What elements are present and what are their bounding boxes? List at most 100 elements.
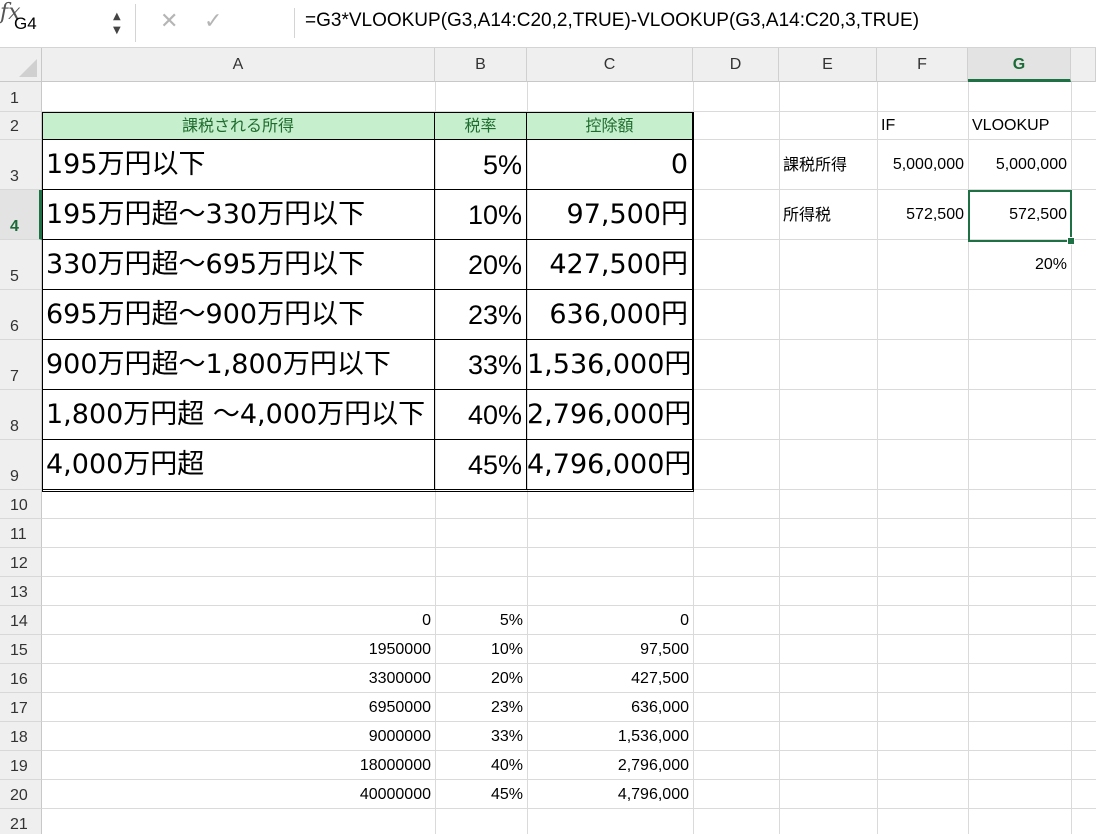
taxable-income-label-cell[interactable]: 課税所得 <box>779 140 877 190</box>
taxable-income-vlookup-cell[interactable]: 5,000,000 <box>968 140 1071 190</box>
income-tax-if-cell[interactable]: 572,500 <box>877 190 968 240</box>
row-header-15[interactable]: 15 <box>0 635 42 664</box>
vlookup-label-cell[interactable]: VLOOKUP <box>968 112 1071 140</box>
tax-rate-cell[interactable]: 45% <box>435 440 527 490</box>
income-bracket-cell[interactable]: 1,800万円超 〜4,000万円以下 <box>42 390 435 440</box>
spreadsheet-grid[interactable]: ABCDEFG 1 2 3 4 5 6 7 8 9 10 11 12 13 14 15 16 17 18 19 20 2… <box>0 48 1096 834</box>
row-header-7[interactable]: 7 <box>0 340 42 390</box>
column-header-e[interactable]: E <box>779 48 877 82</box>
row-header-10[interactable]: 10 <box>0 490 42 519</box>
if-label-cell[interactable]: IF <box>877 112 968 140</box>
tax-rate-cell[interactable]: 40% <box>435 390 527 440</box>
lookup-threshold-cell[interactable]: 9000000 <box>42 722 435 751</box>
deduction-cell[interactable]: 1,536,000円 <box>527 340 693 390</box>
deduction-cell[interactable]: 0 <box>527 140 693 190</box>
check-icon[interactable]: ✓ <box>204 10 222 34</box>
row-number: 2 <box>10 118 19 135</box>
row-header-14[interactable]: 14 <box>0 606 42 635</box>
row-header-4[interactable]: 4 <box>0 190 42 240</box>
tax-rate-cell[interactable]: 33% <box>435 340 527 390</box>
row-header-11[interactable]: 11 <box>0 519 42 548</box>
chevron-down-icon[interactable]: ▼ <box>113 26 121 36</box>
income-tax-label-cell[interactable]: 所得税 <box>779 190 877 240</box>
row-header-20[interactable]: 20 <box>0 780 42 809</box>
tax-table-header-a[interactable]: 課税される所得 <box>42 112 435 140</box>
name-box-stepper[interactable]: ▲ ▼ <box>113 8 127 38</box>
row-header-13[interactable]: 13 <box>0 577 42 606</box>
tax-rate-cell[interactable]: 23% <box>435 290 527 340</box>
income-bracket-cell[interactable]: 195万円超〜330万円以下 <box>42 190 435 240</box>
lookup-rate-cell[interactable]: 20% <box>435 664 527 693</box>
column-header-a[interactable]: A <box>42 48 435 82</box>
tax-table-header-c[interactable]: 控除額 <box>527 112 693 140</box>
lookup-rate-cell[interactable]: 40% <box>435 751 527 780</box>
row-header-6[interactable]: 6 <box>0 290 42 340</box>
lookup-threshold-cell[interactable]: 6950000 <box>42 693 435 722</box>
deduction-cell[interactable]: 636,000円 <box>527 290 693 340</box>
row-header-1[interactable]: 1 <box>0 82 42 112</box>
row-header-16[interactable]: 16 <box>0 664 42 693</box>
deduction-cell[interactable]: 2,796,000円 <box>527 390 693 440</box>
lookup-rate-cell[interactable]: 45% <box>435 780 527 809</box>
column-header-d[interactable]: D <box>693 48 779 82</box>
active-cell-selection[interactable] <box>968 190 1072 242</box>
income-bracket-cell[interactable]: 4,000万円超 <box>42 440 435 490</box>
row-number: 14 <box>10 613 28 630</box>
lookup-deduction-cell[interactable]: 1,536,000 <box>527 722 693 751</box>
deduction-cell[interactable]: 427,500円 <box>527 240 693 290</box>
deduction-cell[interactable]: 97,500円 <box>527 190 693 240</box>
income-bracket-cell[interactable]: 330万円超〜695万円以下 <box>42 240 435 290</box>
row-header-21[interactable]: 21 <box>0 809 42 834</box>
income-bracket-cell[interactable]: 195万円以下 <box>42 140 435 190</box>
row-header-18[interactable]: 18 <box>0 722 42 751</box>
row-number: 7 <box>10 368 19 385</box>
lookup-threshold-cell[interactable]: 0 <box>42 606 435 635</box>
lookup-rate-cell[interactable]: 5% <box>435 606 527 635</box>
formula-bar: G4 ▲ ▼ ✕ ✓ fx =G3*VLOOKUP(G3,A14:C20,2,T… <box>0 0 1096 48</box>
row-number: 9 <box>10 468 19 485</box>
row-header-3[interactable]: 3 <box>0 140 42 190</box>
lookup-threshold-cell[interactable]: 18000000 <box>42 751 435 780</box>
chevron-up-icon[interactable]: ▲ <box>113 12 121 22</box>
tax-table-header-b[interactable]: 税率 <box>435 112 527 140</box>
row-header-19[interactable]: 19 <box>0 751 42 780</box>
deduction-cell[interactable]: 4,796,000円 <box>527 440 693 490</box>
row-number: 10 <box>10 497 28 514</box>
lookup-rate-cell[interactable]: 10% <box>435 635 527 664</box>
row-header-2[interactable]: 2 <box>0 112 42 140</box>
column-header-c[interactable]: C <box>527 48 693 82</box>
tax-rate-cell[interactable]: 20% <box>435 240 527 290</box>
fill-handle[interactable] <box>1067 237 1075 245</box>
row-header-8[interactable]: 8 <box>0 390 42 440</box>
cancel-icon[interactable]: ✕ <box>160 10 178 34</box>
lookup-threshold-cell[interactable]: 1950000 <box>42 635 435 664</box>
row-header-12[interactable]: 12 <box>0 548 42 577</box>
column-header-g[interactable]: G <box>968 48 1071 82</box>
lookup-deduction-cell[interactable]: 4,796,000 <box>527 780 693 809</box>
income-bracket-cell[interactable]: 695万円超〜900万円以下 <box>42 290 435 340</box>
row-header-17[interactable]: 17 <box>0 693 42 722</box>
tax-rate-cell[interactable]: 5% <box>435 140 527 190</box>
row-header-9[interactable]: 9 <box>0 440 42 490</box>
row-header-5[interactable]: 5 <box>0 240 42 290</box>
lookup-deduction-cell[interactable]: 427,500 <box>527 664 693 693</box>
lookup-threshold-cell[interactable]: 3300000 <box>42 664 435 693</box>
lookup-threshold-cell[interactable]: 40000000 <box>42 780 435 809</box>
lookup-rate-cell[interactable]: 33% <box>435 722 527 751</box>
column-header-b[interactable]: B <box>435 48 527 82</box>
tax-rate-cell[interactable]: 10% <box>435 190 527 240</box>
select-all-corner[interactable] <box>0 48 42 82</box>
taxable-income-if-cell[interactable]: 5,000,000 <box>877 140 968 190</box>
lookup-deduction-cell[interactable]: 0 <box>527 606 693 635</box>
lookup-rate-cell[interactable]: 23% <box>435 693 527 722</box>
column-header-f[interactable]: F <box>877 48 968 82</box>
tax-rate-result-cell[interactable]: 20% <box>968 240 1071 290</box>
name-box[interactable]: G4 ▲ ▼ <box>0 4 136 42</box>
income-bracket-cell[interactable]: 900万円超〜1,800万円以下 <box>42 340 435 390</box>
formula-input[interactable]: =G3*VLOOKUP(G3,A14:C20,2,TRUE)-VLOOKUP(G… <box>305 10 919 32</box>
lookup-deduction-cell[interactable]: 2,796,000 <box>527 751 693 780</box>
lookup-deduction-cell[interactable]: 636,000 <box>527 693 693 722</box>
lookup-deduction-cell[interactable]: 97,500 <box>527 635 693 664</box>
row-number: 1 <box>10 90 19 107</box>
row-number: 15 <box>10 642 28 659</box>
